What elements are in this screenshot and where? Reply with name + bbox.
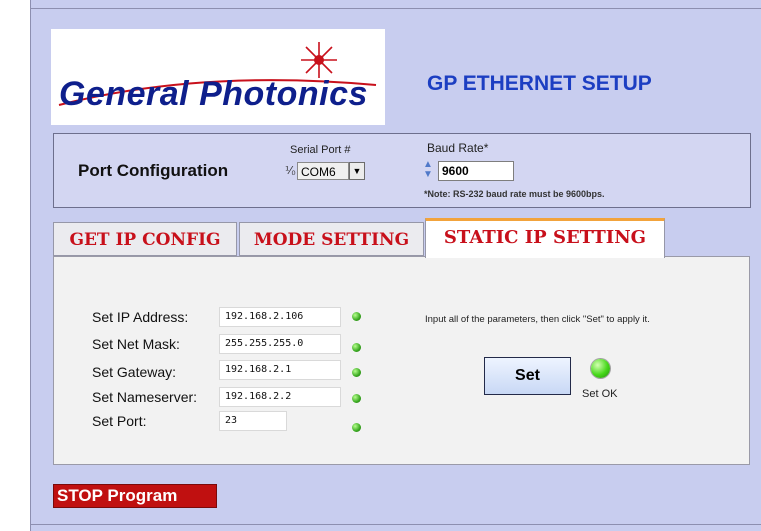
static-ip-panel — [53, 256, 750, 465]
frame-border-left — [30, 0, 31, 531]
page-title: GP ETHERNET SETUP — [427, 72, 652, 95]
net-mask-field[interactable]: 255.255.255.0 — [219, 334, 341, 354]
gateway-label: Set Gateway: — [92, 364, 177, 380]
frame-border-top — [30, 8, 761, 9]
set-button[interactable]: Set — [484, 357, 571, 395]
visa-io-icon: ⅟₀ — [285, 165, 296, 177]
nameserver-led-icon — [352, 394, 361, 403]
window-left-margin — [0, 0, 30, 531]
instruction-text: Input all of the parameters, then click … — [425, 314, 650, 325]
port-label: Set Port: — [92, 413, 147, 429]
port-configuration-panel: Port Configuration Serial Port # ⅟₀ COM6… — [53, 133, 751, 208]
ip-address-label: Set IP Address: — [92, 309, 189, 325]
set-ok-label: Set OK — [582, 388, 618, 400]
net-mask-label: Set Net Mask: — [92, 336, 180, 352]
baud-rate-label: Baud Rate* — [427, 141, 489, 155]
nameserver-field[interactable]: 192.168.2.2 — [219, 387, 341, 407]
nameserver-label: Set Nameserver: — [92, 389, 198, 405]
set-ok-led-icon — [591, 359, 610, 378]
port-field[interactable]: 23 — [219, 411, 287, 431]
serial-port-label: Serial Port # — [290, 144, 351, 156]
baud-rate-input[interactable]: 9600 — [438, 161, 514, 181]
port-configuration-heading: Port Configuration — [78, 161, 229, 180]
port-led-icon — [352, 423, 361, 432]
tab-get-ip-config[interactable]: GET IP CONFIG — [53, 222, 237, 256]
baud-rate-spinner-icon[interactable]: ▲ ▼ — [423, 160, 437, 182]
serial-port-select[interactable]: ⅟₀ COM6 ▼ — [285, 162, 369, 182]
tab-static-ip-setting[interactable]: STATIC IP SETTING — [425, 218, 665, 258]
ip-address-led-icon — [352, 312, 361, 321]
company-logo: General Photonics — [51, 29, 385, 125]
net-mask-led-icon — [352, 343, 361, 352]
tab-mode-setting[interactable]: MODE SETTING — [239, 222, 424, 256]
chevron-down-icon[interactable]: ▼ — [349, 162, 365, 180]
stop-program-button[interactable]: STOP Program — [53, 484, 217, 508]
ip-address-field[interactable]: 192.168.2.106 — [219, 307, 341, 327]
gateway-field[interactable]: 192.168.2.1 — [219, 360, 341, 380]
baud-rate-note: *Note: RS-232 baud rate must be 9600bps. — [424, 189, 605, 199]
frame-border-bottom — [30, 524, 761, 525]
gateway-led-icon — [352, 368, 361, 377]
logo-text: General Photonics — [59, 75, 368, 113]
serial-port-value[interactable]: COM6 — [297, 162, 349, 180]
